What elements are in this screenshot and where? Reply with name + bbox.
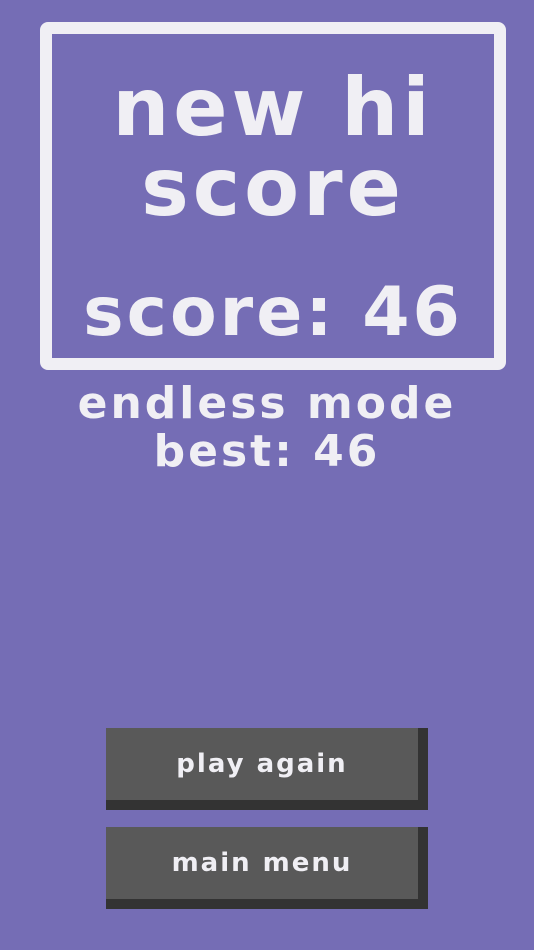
new-hi-score-panel: new hi score score: 46: [40, 22, 506, 370]
best-score: best: 46: [153, 426, 381, 477]
play-again-button[interactable]: play again: [106, 728, 428, 810]
score-value: score: 46: [83, 273, 463, 352]
mode-label: endless mode: [77, 378, 457, 429]
main-menu-label: main menu: [106, 827, 418, 899]
play-again-label: play again: [106, 728, 418, 800]
main-menu-button[interactable]: main menu: [106, 827, 428, 909]
new-hi-score-title: new hi score: [112, 61, 434, 234]
